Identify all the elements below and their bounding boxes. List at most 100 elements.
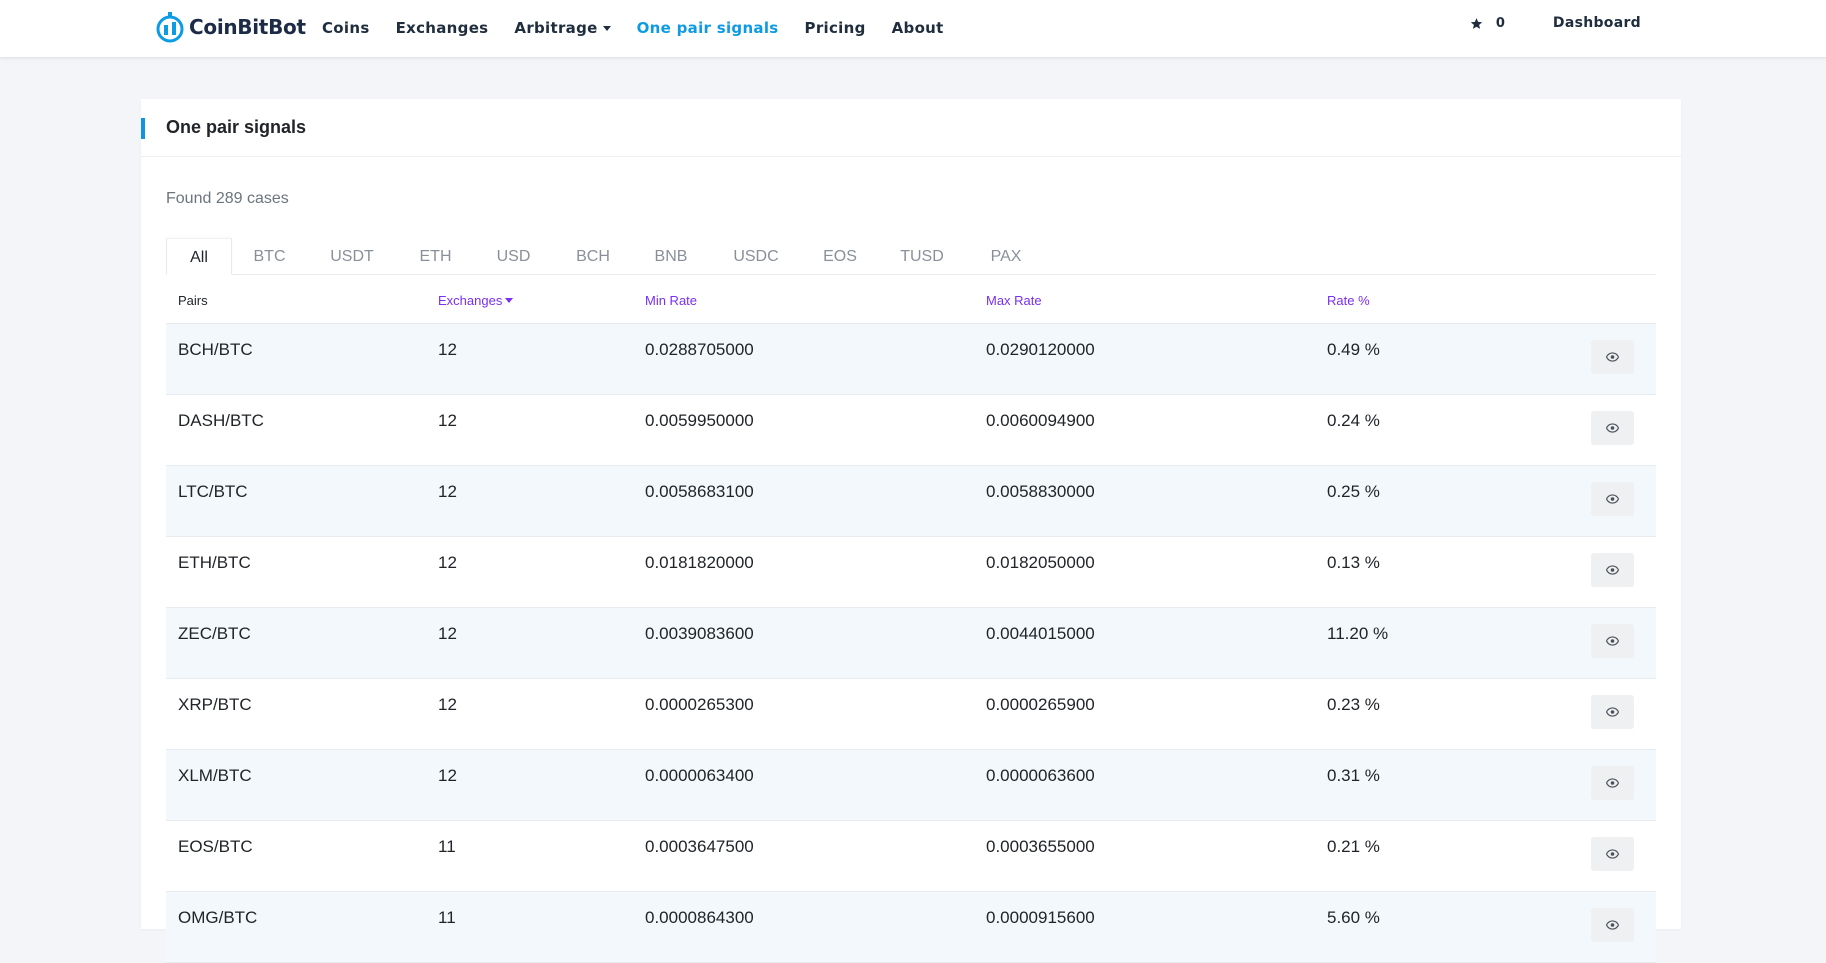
rate-pct-cell: 0.23 % (1327, 695, 1380, 714)
view-pair-button[interactable] (1591, 624, 1634, 658)
min-rate-cell: 0.0039083600 (645, 624, 754, 643)
min-rate-cell: 0.0000864300 (645, 908, 754, 927)
table-row: BCH/BTC 12 0.0288705000 0.0290120000 0.49 % (166, 324, 1656, 395)
max-rate-cell: 0.0000915600 (986, 908, 1095, 927)
eye-icon (1606, 778, 1619, 788)
exchanges-cell: 12 (438, 624, 457, 643)
favorites-count: 0 (1495, 15, 1505, 31)
pair-cell: LTC/BTC (178, 482, 248, 501)
rate-pct-cell: 0.21 % (1327, 837, 1380, 856)
table-row: EOS/BTC 11 0.0003647500 0.0003655000 0.21 % (166, 821, 1656, 892)
dashboard-link[interactable]: Dashboard (1553, 15, 1641, 31)
eye-icon (1606, 849, 1619, 859)
tab-eth[interactable]: ETH (397, 238, 474, 275)
nav-exchanges[interactable]: Exchanges (396, 19, 489, 37)
table-row: XRP/BTC 12 0.0000265300 0.0000265900 0.23 % (166, 679, 1656, 750)
view-pair-button[interactable] (1591, 695, 1634, 729)
eye-icon (1606, 920, 1619, 930)
nav-coins[interactable]: Coins (322, 19, 370, 37)
results-count: Found 289 cases (166, 190, 289, 207)
main-nav: Coins Exchanges Arbitrage One pair signa… (322, 0, 970, 56)
brand-name: CoinBitBot (189, 15, 306, 39)
coinbitbot-logo-icon (156, 12, 184, 43)
view-pair-button[interactable] (1591, 766, 1634, 800)
nav-one-pair-signals[interactable]: One pair signals (637, 19, 779, 37)
header-min-rate-sort[interactable]: Min Rate (645, 293, 697, 308)
nav-arbitrage-label: Arbitrage (514, 19, 598, 37)
max-rate-cell: 0.0058830000 (986, 482, 1095, 501)
favorites-link[interactable]: 0 (1470, 16, 1505, 31)
tab-bnb[interactable]: BNB (633, 238, 709, 275)
view-pair-button[interactable] (1591, 908, 1634, 942)
tab-btc[interactable]: BTC (232, 238, 307, 275)
table-row: DASH/BTC 12 0.0059950000 0.0060094900 0.24 % (166, 395, 1656, 466)
eye-icon (1606, 565, 1619, 575)
max-rate-cell: 0.0290120000 (986, 340, 1095, 359)
tab-usdc[interactable]: USDC (709, 238, 803, 275)
page-title: One pair signals (166, 117, 307, 137)
view-pair-button[interactable] (1591, 482, 1634, 516)
pair-cell: OMG/BTC (178, 908, 258, 927)
max-rate-cell: 0.0000265900 (986, 695, 1095, 714)
rate-pct-cell: 0.25 % (1327, 482, 1380, 501)
tab-all[interactable]: All (166, 238, 232, 275)
header-pairs: Pairs (178, 293, 208, 308)
rate-pct-cell: 0.24 % (1327, 411, 1380, 430)
nav-pricing[interactable]: Pricing (805, 19, 866, 37)
max-rate-cell: 0.0182050000 (986, 553, 1095, 572)
header-max-rate-sort[interactable]: Max Rate (986, 293, 1042, 308)
view-pair-button[interactable] (1591, 340, 1634, 374)
signals-table: Pairs Exchanges Min Rate Max Rate Rate %… (166, 275, 1656, 963)
pair-cell: XLM/BTC (178, 766, 252, 785)
pair-cell: DASH/BTC (178, 411, 264, 430)
header-rate-pct-sort[interactable]: Rate % (1327, 293, 1370, 308)
min-rate-cell: 0.0000063400 (645, 766, 754, 785)
exchanges-cell: 12 (438, 411, 457, 430)
min-rate-cell: 0.0181820000 (645, 553, 754, 572)
table-body: BCH/BTC 12 0.0288705000 0.0290120000 0.49 % D… (166, 324, 1656, 963)
tab-usdt[interactable]: USDT (307, 238, 397, 275)
tab-usd[interactable]: USD (474, 238, 553, 275)
nav-about[interactable]: About (892, 19, 944, 37)
nav-arbitrage-dropdown[interactable]: Arbitrage (514, 19, 611, 37)
table-row: LTC/BTC 12 0.0058683100 0.0058830000 0.25 % (166, 466, 1656, 537)
pair-cell: EOS/BTC (178, 837, 253, 856)
header-exchanges-label: Exchanges (438, 293, 503, 308)
exchanges-cell: 12 (438, 340, 457, 359)
eye-icon (1606, 707, 1619, 717)
nav-right: 0 Dashboard (1470, 15, 1641, 31)
tab-eos[interactable]: EOS (803, 238, 877, 275)
pair-cell: ETH/BTC (178, 553, 251, 572)
exchanges-cell: 12 (438, 766, 457, 785)
brand-link[interactable]: CoinBitBot (155, 11, 306, 43)
view-pair-button[interactable] (1591, 553, 1634, 587)
eye-icon (1606, 352, 1619, 362)
table-header: Pairs Exchanges Min Rate Max Rate Rate % (166, 275, 1656, 324)
exchanges-cell: 11 (438, 908, 456, 927)
rate-pct-cell: 0.31 % (1327, 766, 1380, 785)
sort-desc-icon (505, 298, 514, 303)
exchanges-cell: 11 (438, 837, 456, 856)
max-rate-cell: 0.0060094900 (986, 411, 1095, 430)
min-rate-cell: 0.0288705000 (645, 340, 754, 359)
rate-pct-cell: 0.13 % (1327, 553, 1380, 572)
quote-currency-tabs: All BTC USDT ETH USD BCH BNB USDC EOS TU… (166, 238, 1656, 275)
eye-icon (1606, 494, 1619, 504)
exchanges-cell: 12 (438, 695, 457, 714)
title-accent-bar (141, 118, 145, 139)
eye-icon (1606, 636, 1619, 646)
tab-bch[interactable]: BCH (553, 238, 633, 275)
min-rate-cell: 0.0059950000 (645, 411, 754, 430)
view-pair-button[interactable] (1591, 411, 1634, 445)
tab-tusd[interactable]: TUSD (877, 238, 967, 275)
view-pair-button[interactable] (1591, 837, 1634, 871)
pair-cell: BCH/BTC (178, 340, 253, 359)
table-row: OMG/BTC 11 0.0000864300 0.0000915600 5.60 % (166, 892, 1656, 963)
tab-pax[interactable]: PAX (967, 238, 1045, 275)
min-rate-cell: 0.0058683100 (645, 482, 754, 501)
table-row: XLM/BTC 12 0.0000063400 0.0000063600 0.31 % (166, 750, 1656, 821)
pair-cell: XRP/BTC (178, 695, 252, 714)
header-exchanges-sort[interactable]: Exchanges (438, 293, 514, 308)
exchanges-cell: 12 (438, 553, 457, 572)
exchanges-cell: 12 (438, 482, 457, 501)
